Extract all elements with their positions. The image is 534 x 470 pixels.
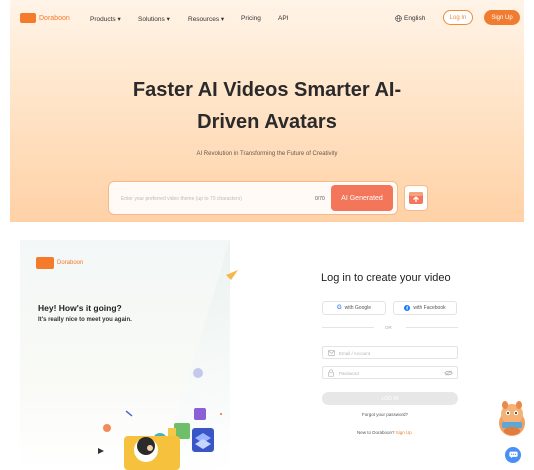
nav-item-solutions[interactable]: Solutions ▾ bbox=[138, 15, 170, 23]
login-submit-button[interactable]: LOG IN bbox=[322, 392, 458, 405]
nav-item-resources[interactable]: Resources ▾ bbox=[188, 15, 224, 23]
password-input[interactable] bbox=[339, 369, 439, 377]
eye-off-icon[interactable] bbox=[444, 370, 453, 376]
email-field bbox=[322, 346, 458, 359]
hero-subtitle: AI Revolution in Transforming the Future… bbox=[196, 151, 338, 157]
illustration-graphics bbox=[98, 270, 238, 470]
upload-icon bbox=[409, 192, 423, 204]
character-count: 0/70 bbox=[315, 196, 325, 202]
login-brand-logo[interactable]: Doraboon bbox=[36, 257, 83, 269]
chat-support-button[interactable] bbox=[505, 447, 521, 463]
email-input[interactable] bbox=[339, 349, 439, 357]
logo-icon bbox=[36, 257, 54, 269]
chevron-down-icon: ▾ bbox=[166, 16, 170, 23]
signup-link[interactable]: Sign Up bbox=[396, 430, 412, 435]
ai-generate-button[interactable]: AI Generated bbox=[331, 185, 393, 211]
chevron-down-icon: ▾ bbox=[117, 16, 121, 23]
brand-name: Doraboon bbox=[57, 260, 84, 266]
lock-icon bbox=[328, 369, 334, 377]
signup-button[interactable]: Sign Up bbox=[484, 10, 520, 25]
facebook-login-button[interactable]: with Facebook bbox=[393, 301, 457, 315]
chevron-down-icon: ▾ bbox=[220, 16, 225, 23]
nav-item-pricing[interactable]: Pricing bbox=[241, 15, 261, 22]
theme-search-box: 0/70 AI Generated bbox=[108, 181, 398, 215]
logo-icon bbox=[20, 13, 36, 23]
theme-input[interactable] bbox=[121, 194, 291, 204]
google-icon: G bbox=[336, 305, 342, 311]
language-selector[interactable]: English bbox=[395, 15, 425, 22]
facebook-icon bbox=[404, 305, 411, 311]
password-field bbox=[322, 366, 458, 379]
top-nav: Doraboon Products ▾ Solutions ▾ Resource… bbox=[10, 0, 524, 36]
login-button[interactable]: Log In bbox=[443, 10, 473, 25]
chat-icon bbox=[508, 451, 518, 459]
google-login-button[interactable]: G with Google bbox=[322, 301, 386, 315]
nav-item-products[interactable]: Products ▾ bbox=[90, 15, 121, 23]
divider-left bbox=[322, 327, 374, 328]
login-title: Log in to create your video bbox=[321, 272, 451, 284]
mascot-icon[interactable] bbox=[497, 398, 527, 438]
brand-name: Doraboon bbox=[39, 14, 70, 22]
divider-right bbox=[406, 327, 458, 328]
brand-logo[interactable]: Doraboon bbox=[20, 13, 70, 23]
nav-item-api[interactable]: API bbox=[278, 15, 288, 22]
mail-icon bbox=[328, 350, 335, 356]
globe-icon bbox=[395, 15, 402, 22]
forgot-password-link[interactable]: Forgot your password? bbox=[362, 412, 408, 417]
hero-title-line2: Driven Avatars bbox=[197, 111, 337, 133]
hero-title-line1: Faster AI Videos Smarter AI- bbox=[132, 79, 402, 101]
signup-prompt: New to Doraboon? Sign Up bbox=[357, 430, 412, 435]
upload-button[interactable] bbox=[404, 185, 428, 211]
or-separator: OR bbox=[385, 325, 392, 330]
